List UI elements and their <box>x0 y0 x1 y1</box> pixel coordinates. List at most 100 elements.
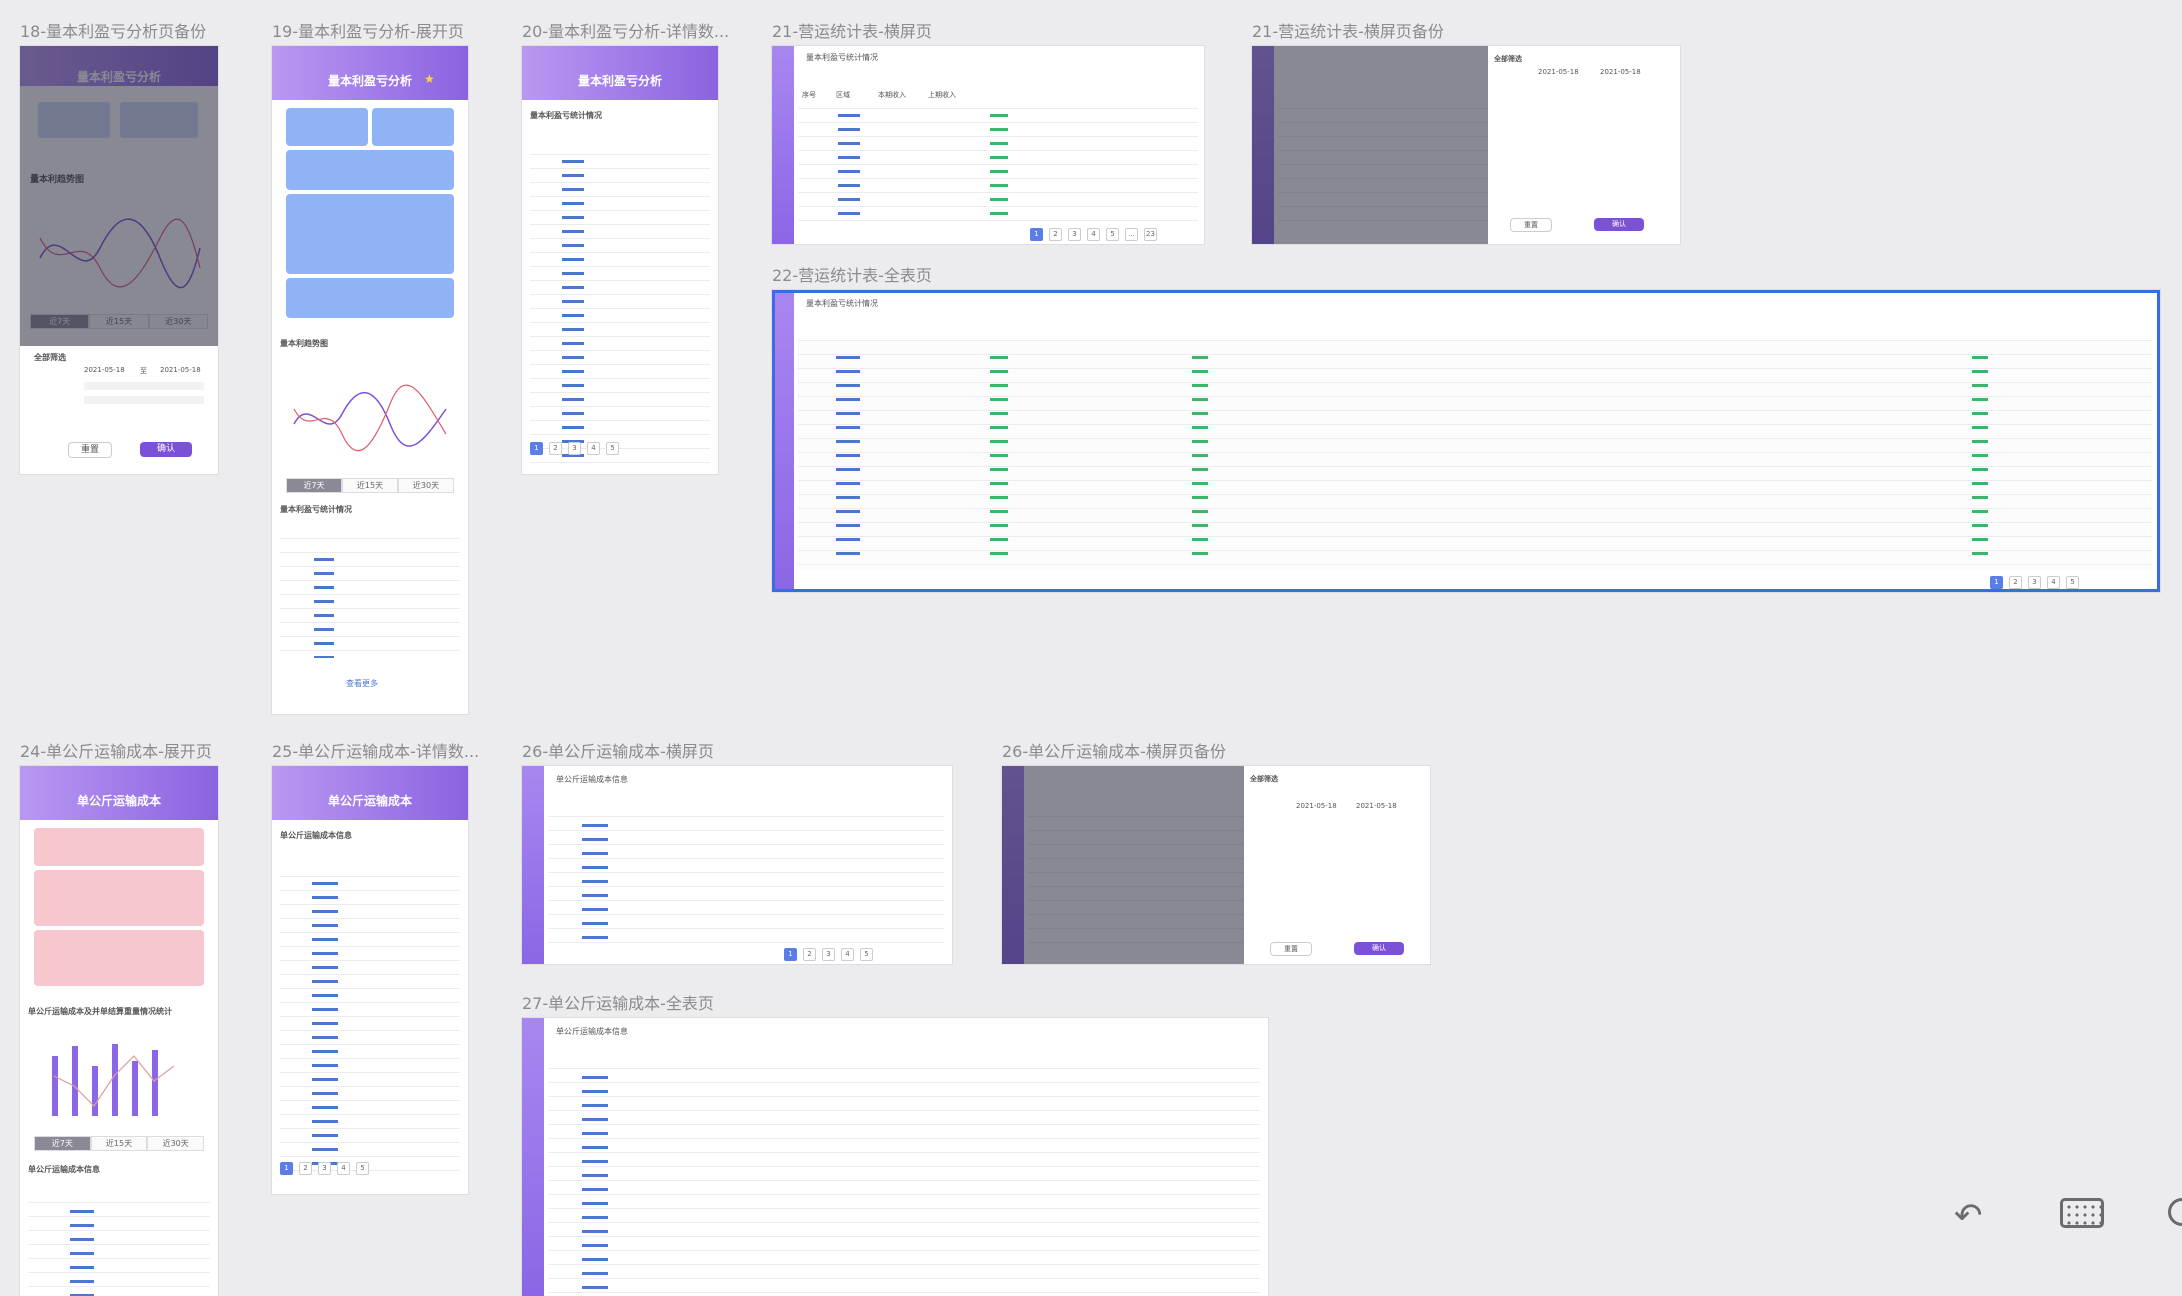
page-4[interactable]: 4 <box>1087 228 1100 241</box>
tab-7d[interactable]: 近7天 <box>34 1136 91 1151</box>
artboard-19[interactable]: 量本利盈亏分析 ★ 量本利趋势图 近7天 近15天 近30天 量本利盈亏统计情况… <box>272 46 468 714</box>
star-icon[interactable]: ★ <box>424 72 435 86</box>
artboard-24[interactable]: 单公斤运输成本 单公斤运输成本及并单结算重量情况统计 近7天 近15天 近30天… <box>20 766 218 1296</box>
page-3[interactable]: 3 <box>1068 228 1081 241</box>
detail-table[interactable] <box>280 876 460 1176</box>
board-label-20[interactable]: 20-量本利盈亏分析-详情数... <box>522 18 729 42</box>
date-to[interactable]: 2021-05-18 <box>1356 802 1397 810</box>
filter-field[interactable] <box>84 382 204 390</box>
range-tabs[interactable]: 近7天 近15天 近30天 <box>286 478 454 493</box>
app-header: 量本利盈亏分析 ★ <box>272 46 468 100</box>
date-from[interactable]: 2021-05-18 <box>1296 802 1337 810</box>
artboard-25[interactable]: 单公斤运输成本 单公斤运输成本信息 1 2 3 4 5 <box>272 766 468 1194</box>
board-label-22[interactable]: 22-营运统计表-全表页 <box>772 262 932 286</box>
per-kg-full-table[interactable] <box>548 1068 1260 1296</box>
table-title: 单公斤运输成本信息 <box>556 1027 628 1036</box>
board-label-26b[interactable]: 26-单公斤运输成本-横屏页备份 <box>1002 738 1226 762</box>
page-1[interactable]: 1 <box>280 1162 293 1175</box>
artboard-21[interactable]: 量本利盈亏统计情况 序号 区域 本期收入 上期收入 1 2 3 4 5 ... … <box>772 46 1204 244</box>
board-label-19[interactable]: 19-量本利盈亏分析-展开页 <box>272 18 464 42</box>
reset-button[interactable]: 重置 <box>1510 218 1552 232</box>
confirm-button[interactable]: 确认 <box>140 442 192 457</box>
table-title: 单公斤运输成本信息 <box>556 775 628 784</box>
region-links[interactable] <box>582 1076 608 1296</box>
region-links[interactable] <box>562 160 584 464</box>
keyboard-icon[interactable] <box>2060 1198 2104 1228</box>
board-label-21b[interactable]: 21-营运统计表-横屏页备份 <box>1252 18 1444 42</box>
artboard-21b[interactable]: 全部筛选 2021-05-18 2021-05-18 重置 确认 <box>1252 46 1680 244</box>
artboard-20[interactable]: 量本利盈亏分析 量本利盈亏统计情况 1 2 3 4 5 <box>522 46 718 474</box>
tab-30d[interactable]: 近30天 <box>147 1136 205 1151</box>
filter-title: 全部筛选 <box>1250 775 1278 783</box>
cost-card <box>286 194 454 274</box>
col-region: 区域 <box>836 91 850 99</box>
trend-chart <box>293 384 447 452</box>
page-1[interactable]: 1 <box>1030 228 1043 241</box>
artboard-26[interactable]: 单公斤运输成本信息 1 2 3 4 5 <box>522 766 952 964</box>
page-2[interactable]: 2 <box>1049 228 1062 241</box>
region-links[interactable] <box>312 882 338 1172</box>
tab-30d[interactable]: 近30天 <box>398 478 454 493</box>
stats-table[interactable] <box>280 538 460 660</box>
page-3[interactable]: 3 <box>822 948 835 961</box>
table-title: 量本利盈亏统计情况 <box>806 53 878 62</box>
page-5[interactable]: 5 <box>1106 228 1119 241</box>
page-3[interactable]: 3 <box>318 1162 331 1175</box>
page-1[interactable]: 1 <box>530 442 543 455</box>
confirm-button[interactable]: 确认 <box>1594 218 1644 231</box>
pager[interactable]: 1 2 3 4 5 <box>280 1162 369 1175</box>
more-link[interactable]: 查看更多 <box>346 678 378 689</box>
page-5[interactable]: 5 <box>860 948 873 961</box>
header-title: 量本利盈亏分析 <box>577 74 662 88</box>
tab-7d[interactable]: 近7天 <box>286 478 342 493</box>
pager[interactable]: 1 2 3 4 5 ... 23 <box>1030 228 1157 241</box>
date-sep: 至 <box>140 367 147 375</box>
artboard-26b[interactable]: 全部筛选 2021-05-18 2021-05-18 重置 确认 <box>1002 766 1430 964</box>
page-2[interactable]: 2 <box>549 442 562 455</box>
page-last[interactable]: 23 <box>1144 228 1157 241</box>
per-kg-table[interactable] <box>28 1202 210 1296</box>
page-1[interactable]: 1 <box>784 948 797 961</box>
help-icon[interactable] <box>2168 1198 2182 1226</box>
reset-button[interactable]: 重置 <box>1270 942 1312 956</box>
region-links[interactable] <box>838 114 860 222</box>
date-to[interactable]: 2021-05-18 <box>1600 68 1641 76</box>
board-label-26[interactable]: 26-单公斤运输成本-横屏页 <box>522 738 714 762</box>
artboard-22[interactable]: 量本利盈亏统计情况 1 2 3 4 5 <box>772 290 2160 592</box>
region-links[interactable] <box>70 1210 94 1296</box>
date-from[interactable]: 2021-05-18 <box>1538 68 1579 76</box>
region-links[interactable] <box>582 824 608 942</box>
range-tabs[interactable]: 近7天 近15天 近30天 <box>34 1136 205 1151</box>
board-label-27[interactable]: 27-单公斤运输成本-全表页 <box>522 990 714 1014</box>
page-2[interactable]: 2 <box>299 1162 312 1175</box>
pager[interactable]: 1 2 3 4 5 <box>530 442 619 455</box>
board-label-18[interactable]: 18-量本利盈亏分析页备份 <box>20 18 206 42</box>
detail-table[interactable] <box>530 154 710 468</box>
date-to[interactable]: 2021-05-18 <box>160 366 201 374</box>
app-header: 单公斤运输成本 <box>20 766 218 820</box>
undo-icon[interactable]: ↶ <box>1954 1196 1983 1236</box>
board-label-25[interactable]: 25-单公斤运输成本-详情数... <box>272 738 479 762</box>
artboard-27[interactable]: 单公斤运输成本信息 <box>522 1018 1268 1296</box>
income-card <box>34 930 204 986</box>
board-label-21[interactable]: 21-营运统计表-横屏页 <box>772 18 932 42</box>
page-5[interactable]: 5 <box>606 442 619 455</box>
page-4[interactable]: 4 <box>337 1162 350 1175</box>
pager[interactable]: 1 2 3 4 5 <box>784 948 873 961</box>
date-from[interactable]: 2021-05-18 <box>84 366 125 374</box>
page-4[interactable]: 4 <box>587 442 600 455</box>
tab-15d[interactable]: 近15天 <box>90 1136 148 1151</box>
artboard-18[interactable]: 量本利盈亏分析 量本利趋势图 近7天 近15天 近30天 全部筛选 2021-0… <box>20 46 218 474</box>
page-3[interactable]: 3 <box>568 442 581 455</box>
growth-col <box>990 114 1008 222</box>
region-links[interactable] <box>314 558 334 658</box>
reset-button[interactable]: 重置 <box>68 442 112 458</box>
filter-field[interactable] <box>84 396 204 404</box>
page-4[interactable]: 4 <box>841 948 854 961</box>
tab-15d[interactable]: 近15天 <box>342 478 398 493</box>
filter-panel: 全部筛选 2021-05-18 2021-05-18 重置 确认 <box>1488 46 1680 244</box>
board-label-24[interactable]: 24-单公斤运输成本-展开页 <box>20 738 212 762</box>
confirm-button[interactable]: 确认 <box>1354 942 1404 955</box>
page-5[interactable]: 5 <box>356 1162 369 1175</box>
page-2[interactable]: 2 <box>803 948 816 961</box>
